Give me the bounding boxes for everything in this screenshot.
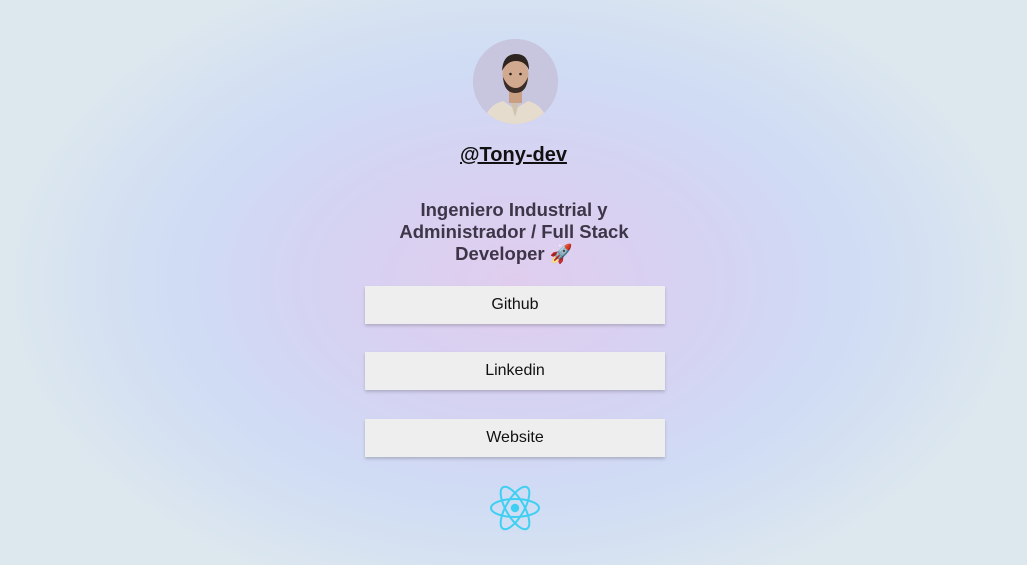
profile-handle-link[interactable]: @Tony-dev <box>0 144 1027 167</box>
github-link-button[interactable]: Github <box>365 286 665 324</box>
website-link-button[interactable]: Website <box>365 419 665 457</box>
react-logo-icon <box>489 484 541 532</box>
profile-photo <box>473 39 558 124</box>
profile-bio: Ingeniero Industrial y Administrador / F… <box>399 199 629 264</box>
linkedin-link-button[interactable]: Linkedin <box>365 352 665 390</box>
avatar <box>473 39 558 124</box>
